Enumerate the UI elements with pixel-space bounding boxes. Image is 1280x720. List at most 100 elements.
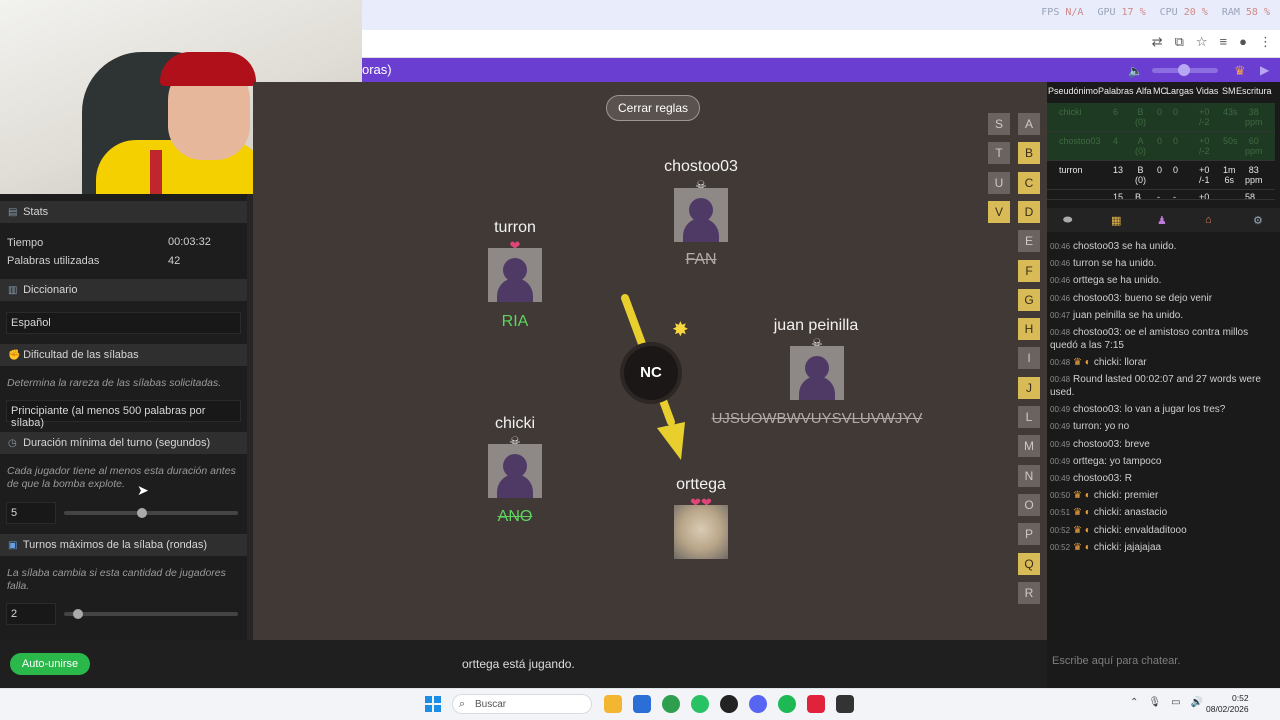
star-icon[interactable]: ☆ — [1196, 34, 1208, 50]
whatsapp-icon[interactable] — [691, 695, 709, 713]
chat-time: 00:50 — [1050, 491, 1071, 501]
chat-time: 00:49 — [1050, 439, 1071, 449]
chat-time: 00:49 — [1050, 422, 1071, 432]
scoreboard-col-header[interactable]: Largas — [1166, 86, 1194, 96]
discord-icon[interactable] — [749, 695, 767, 713]
turn-duration-slider[interactable] — [64, 511, 238, 515]
chat-message: 00:47 juan peinilla se ha unido. — [1050, 309, 1272, 322]
bonus-letter-s: S — [988, 113, 1010, 135]
fuse-spark-icon: ✸ — [672, 319, 689, 341]
mic-icon[interactable]: 🎙 — [1148, 697, 1161, 708]
scoreboard-cell: 0 — [1157, 136, 1163, 146]
scoreboard-col-header[interactable]: Pseudónimo — [1048, 86, 1098, 96]
bonus-letter-f: F — [1018, 259, 1040, 282]
chat-time: 00:49 — [1050, 405, 1071, 415]
scoreboard-col-header[interactable]: SM — [1222, 86, 1236, 96]
chat-text: orttega: yo tampoco — [1073, 455, 1162, 467]
scoreboard-col-header[interactable]: Alfa — [1136, 86, 1152, 96]
chat-time: 00:49 — [1050, 474, 1071, 483]
scoreboard-col-header[interactable]: Vidas — [1196, 86, 1218, 96]
chat-time: 00:48 — [1050, 358, 1071, 367]
scores-tab-icon[interactable]: ▦ — [1111, 214, 1121, 227]
dictionary-header-label: Diccionario — [23, 284, 78, 296]
stats-icon: ▤ — [8, 207, 18, 218]
play-icon[interactable]: ▶ — [1260, 63, 1269, 77]
chat-message: 00:46 chostoo03 se ha unido. — [1050, 240, 1272, 253]
dictionary-header[interactable]: ▥ Diccionario — [0, 279, 247, 301]
volume-slider-knob[interactable] — [1178, 64, 1190, 76]
turn-duration-header-label: Duración mínima del turno (segundos) — [23, 437, 211, 449]
install-icon[interactable]: ⧉ — [1175, 34, 1184, 50]
chat-input[interactable]: Escribe aquí para chatear. — [1047, 650, 1280, 676]
palabras-label: Palabras utilizadas — [7, 255, 100, 267]
max-turns-input[interactable]: 2 — [6, 603, 56, 625]
browser-toolbar-icons: ⇄ ⧉ ☆ ≡ ● ⋮ — [1152, 34, 1272, 50]
profile-icon[interactable]: ● — [1239, 34, 1247, 50]
bonus-letter-h: H — [1018, 318, 1040, 341]
muscle-icon: ✊ — [8, 350, 21, 361]
turn-duration-input[interactable]: 5 — [6, 502, 56, 524]
scoreboard-col-header[interactable]: Escritura — [1236, 86, 1272, 96]
chat-text: chicki: llorar — [1093, 357, 1147, 368]
cap — [160, 52, 256, 86]
app-icon[interactable] — [720, 695, 738, 713]
windows-start-icon[interactable] — [425, 696, 441, 712]
settings-tab-icon[interactable]: ⚙ — [1253, 214, 1263, 227]
crown-icon: ♛ ◐ — [1073, 490, 1091, 502]
perf-stat: FPS N/A — [1041, 7, 1084, 18]
bonus-letter-v: V — [988, 200, 1010, 223]
scoreboard-col-header[interactable]: Palabras — [1098, 86, 1134, 96]
chat-text: chostoo03: bueno se dejo venir — [1073, 292, 1213, 304]
translate-icon[interactable]: ⇄ — [1152, 34, 1163, 50]
difficulty-select[interactable]: Principiante (al menos 500 palabras por … — [6, 400, 241, 429]
taskbar-search[interactable]: ⌕ Buscar — [452, 694, 592, 714]
chat-tab-icon[interactable]: ⬬ — [1063, 214, 1072, 227]
crown-icon: ♛ ◐ — [1073, 357, 1091, 368]
scoreboard-cell: 43s — [1223, 107, 1238, 117]
max-turns-header[interactable]: ▣ Turnos máximos de la sílaba (rondas) — [0, 534, 247, 556]
room-tab-icon[interactable]: ⌂ — [1205, 214, 1212, 226]
sidebar-tabs: ⬬ ▦ ♟ ⌂ ⚙ — [1047, 208, 1280, 232]
difficulty-header-label: Dificultad de las sílabas — [23, 349, 139, 361]
volume-icon[interactable]: 🔈 — [1128, 64, 1143, 78]
scoreboard-cell: 38 ppm — [1245, 107, 1263, 127]
scoreboard-cell: 0 — [1173, 107, 1179, 117]
speaker-icon[interactable]: 🔊 — [1191, 697, 1203, 708]
chevron-up-icon[interactable]: ⌃ — [1130, 697, 1138, 708]
perf-overlay: FPS N/A GPU 17 % CPU 20 % RAM 58 % — [1041, 7, 1270, 18]
network-icon[interactable]: ▭ — [1171, 697, 1180, 708]
file-explorer-icon[interactable] — [604, 695, 622, 713]
turn-duration-description: Cada jugador tiene al menos esta duració… — [7, 465, 236, 490]
crown-icon: ♛ ◐ — [1073, 541, 1091, 553]
steam-icon[interactable] — [836, 695, 854, 713]
scoreboard-col-header[interactable]: MC — [1153, 86, 1167, 96]
spotify-icon[interactable] — [778, 695, 796, 713]
taskbar-clock[interactable]: 0:52 08/02/2026 — [1206, 693, 1249, 715]
stats-header-label: Stats — [23, 206, 49, 218]
stats-header[interactable]: ▤ Stats — [0, 201, 247, 223]
chat-text: chostoo03 se ha unido. — [1073, 241, 1177, 252]
chat-time: 00:49 — [1050, 456, 1071, 466]
scoreboard-cell: ... — [1059, 192, 1067, 200]
chrome-icon[interactable] — [662, 695, 680, 713]
scoreboard-cell: +0 /-1 — [1199, 165, 1210, 185]
turn-duration-header[interactable]: ◷ Duración mínima del turno (segundos) — [0, 432, 247, 454]
url-input[interactable] — [362, 33, 1122, 55]
max-turns-slider-knob[interactable] — [72, 609, 83, 619]
store-icon[interactable] — [633, 695, 651, 713]
opera-gx-icon[interactable] — [807, 695, 825, 713]
clock-icon: ◷ — [8, 438, 17, 449]
difficulty-header[interactable]: ✊ Dificultad de las sílabas — [0, 344, 247, 366]
media-icon[interactable]: ≡ — [1220, 34, 1228, 50]
players-tab-icon[interactable]: ♟ — [1157, 214, 1167, 227]
dictionary-select[interactable]: Español — [6, 312, 241, 334]
bonus-letter-j: J — [1018, 376, 1040, 399]
max-turns-slider[interactable] — [64, 612, 238, 616]
chat-text: juan peinilla se ha unido. — [1073, 309, 1184, 321]
scoreboard-cell: 13 — [1113, 165, 1124, 175]
chat-log: 00:46 chostoo03 se ha unido. 00:46 turron s… — [1050, 238, 1272, 638]
auto-join-button[interactable]: Auto-unirse — [10, 653, 90, 675]
crown-icon[interactable]: ♛ — [1234, 63, 1246, 79]
menu-icon[interactable]: ⋮ — [1259, 34, 1272, 50]
bonus-letter-t: T — [988, 142, 1010, 165]
